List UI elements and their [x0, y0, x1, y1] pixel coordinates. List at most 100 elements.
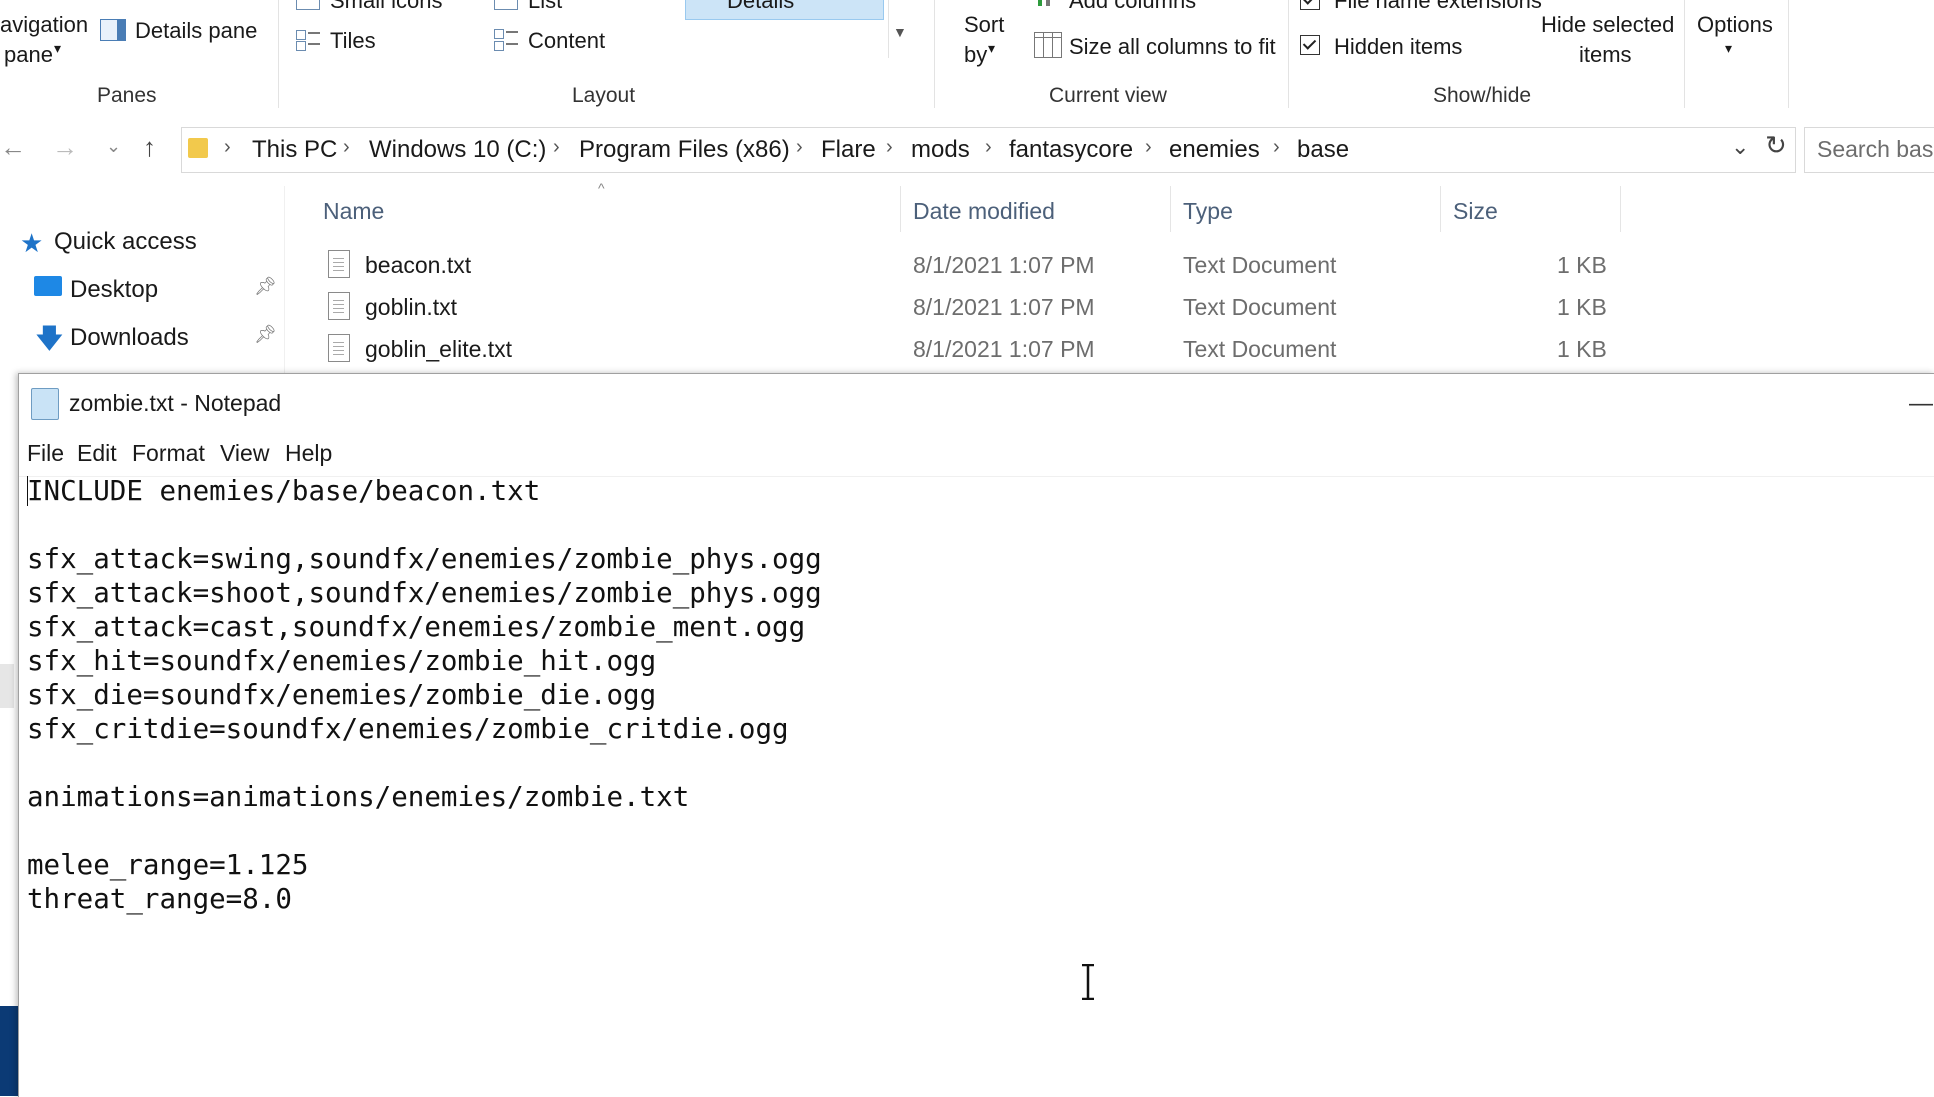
tiles-icon — [296, 28, 320, 51]
menu-edit[interactable]: Edit — [77, 440, 117, 467]
hidden-items-checkbox[interactable] — [1300, 35, 1320, 55]
minimize-icon[interactable]: — — [1909, 390, 1933, 418]
column-header-type[interactable]: Type — [1183, 198, 1233, 225]
tiles-option[interactable]: Tiles — [330, 28, 376, 54]
breadcrumb-base[interactable]: base — [1297, 136, 1349, 164]
nav-quick-access[interactable]: Quick access — [54, 228, 197, 256]
file-size: 1 KB — [1557, 336, 1607, 362]
menu-help[interactable]: Help — [285, 440, 332, 467]
menu-file[interactable]: File — [27, 440, 64, 467]
search-box[interactable]: Search base — [1804, 127, 1934, 173]
file-row[interactable]: goblin_elite.txt 8/1/2021 1:07 PM Text D… — [320, 328, 1620, 370]
address-dropdown-chevron-icon[interactable]: ⌄ — [1731, 134, 1749, 160]
text-editor[interactable]: INCLUDE enemies/base/beacon.txt sfx_atta… — [27, 474, 822, 916]
file-name-extensions-checkbox[interactable] — [1300, 0, 1320, 10]
hide-selected-items-line2[interactable]: items — [1579, 42, 1632, 68]
menu-view[interactable]: View — [220, 440, 269, 467]
sort-by-button-line1[interactable]: Sort — [964, 12, 1004, 38]
file-row[interactable]: beacon.txt 8/1/2021 1:07 PM Text Documen… — [320, 244, 1620, 286]
text-caret — [27, 476, 28, 506]
up-arrow-icon[interactable]: ↑ — [143, 132, 156, 163]
options-dropdown-icon[interactable]: ▾ — [1725, 40, 1732, 57]
text-file-icon — [328, 334, 350, 362]
nav-downloads[interactable]: Downloads — [70, 324, 189, 352]
options-button[interactable]: Options — [1697, 12, 1773, 38]
list-icon — [494, 0, 518, 10]
group-label-panes: Panes — [97, 84, 157, 107]
back-arrow-icon[interactable]: ← — [0, 132, 26, 163]
column-separator[interactable] — [1440, 186, 1441, 232]
notepad-window[interactable]: zombie.txt - Notepad — File Edit Format … — [18, 373, 1934, 1097]
small-icons-option[interactable]: Small icons — [330, 0, 442, 14]
sort-by-button-line2[interactable]: by — [964, 42, 987, 68]
notepad-icon — [31, 388, 59, 420]
ribbon: avigation pane ▾ Details pane Panes Smal… — [0, 0, 1934, 114]
file-name-extensions-label: File name extensions — [1334, 0, 1542, 13]
window-title: zombie.txt - Notepad — [69, 390, 282, 416]
breadcrumb-chevron-icon[interactable]: › — [985, 136, 992, 159]
breadcrumb-chevron-icon[interactable]: › — [796, 136, 803, 159]
navigation-pane-button-line1[interactable]: avigation — [0, 12, 88, 38]
hide-selected-items-line1[interactable]: Hide selected — [1541, 12, 1674, 38]
layout-gallery-border — [888, 0, 889, 58]
menu-format[interactable]: Format — [132, 440, 205, 467]
breadcrumb-chevron-icon[interactable]: › — [343, 136, 350, 159]
list-option[interactable]: List — [528, 0, 562, 14]
size-all-columns-icon — [1034, 32, 1062, 58]
content-option[interactable]: Content — [528, 28, 605, 54]
file-date: 8/1/2021 1:07 PM — [913, 336, 1095, 362]
column-separator[interactable] — [1170, 186, 1171, 232]
breadcrumb-chevron-icon[interactable]: › — [1273, 136, 1280, 159]
breadcrumb-flare[interactable]: Flare — [821, 136, 876, 164]
file-type: Text Document — [1183, 336, 1337, 362]
column-separator[interactable] — [900, 186, 901, 232]
layout-expand-icon[interactable]: ▼ — [893, 24, 907, 40]
details-option[interactable]: Details — [727, 0, 794, 14]
breadcrumb-chevron-icon[interactable]: › — [224, 136, 231, 159]
group-separator — [1288, 0, 1289, 108]
column-header-date-modified[interactable]: Date modified — [913, 198, 1055, 225]
add-columns-button[interactable]: Add columns — [1069, 0, 1196, 14]
background-window-fragment — [0, 1006, 18, 1096]
breadcrumb-mods[interactable]: mods — [911, 136, 970, 164]
navigation-pane-dropdown-icon[interactable]: ▾ — [54, 40, 61, 57]
sort-by-dropdown-icon[interactable]: ▾ — [988, 40, 995, 57]
recent-locations-chevron-icon[interactable]: ⌄ — [106, 136, 121, 157]
group-separator — [278, 0, 279, 108]
text-file-icon — [328, 292, 350, 320]
column-separator[interactable] — [1620, 186, 1621, 232]
search-placeholder: Search base — [1817, 136, 1934, 162]
group-separator — [934, 0, 935, 108]
pin-icon[interactable]: 📌︎ — [254, 324, 277, 345]
group-label-show-hide: Show/hide — [1433, 84, 1532, 107]
file-type: Text Document — [1183, 252, 1337, 278]
breadcrumb-chevron-icon[interactable]: › — [553, 136, 560, 159]
breadcrumb-fantasycore[interactable]: fantasycore — [1009, 136, 1133, 164]
file-type: Text Document — [1183, 294, 1337, 320]
forward-arrow-icon[interactable]: → — [52, 132, 78, 163]
file-name: goblin_elite.txt — [365, 336, 513, 362]
breadcrumb-enemies[interactable]: enemies — [1169, 136, 1260, 164]
sort-ascending-icon: ^ — [598, 180, 605, 196]
breadcrumb-chevron-icon[interactable]: › — [886, 136, 893, 159]
breadcrumb-chevron-icon[interactable]: › — [1145, 136, 1152, 159]
breadcrumb-program-files-x86[interactable]: Program Files (x86) — [579, 136, 790, 164]
hidden-items-label: Hidden items — [1334, 34, 1463, 59]
file-row[interactable]: goblin.txt 8/1/2021 1:07 PM Text Documen… — [320, 286, 1620, 328]
breadcrumb-this-pc[interactable]: This PC — [252, 136, 337, 164]
desktop-icon — [34, 276, 62, 296]
nav-desktop[interactable]: Desktop — [70, 276, 158, 304]
breadcrumb-windows-10-c[interactable]: Windows 10 (C:) — [369, 136, 546, 164]
file-name: beacon.txt — [365, 252, 472, 278]
column-header-size[interactable]: Size — [1453, 198, 1498, 225]
group-label-current-view: Current view — [1049, 84, 1167, 107]
file-date: 8/1/2021 1:07 PM — [913, 252, 1095, 278]
column-header-name[interactable]: Name — [323, 198, 384, 225]
size-all-columns-button[interactable]: Size all columns to fit — [1069, 34, 1276, 60]
details-pane-button[interactable]: Details pane — [135, 18, 257, 44]
pin-icon[interactable]: 📌︎ — [254, 276, 277, 297]
star-icon: ★ — [20, 228, 44, 258]
group-label-layout: Layout — [572, 84, 636, 107]
navigation-pane-button-line2[interactable]: pane — [4, 42, 53, 68]
refresh-icon[interactable]: ↻ — [1765, 130, 1787, 161]
